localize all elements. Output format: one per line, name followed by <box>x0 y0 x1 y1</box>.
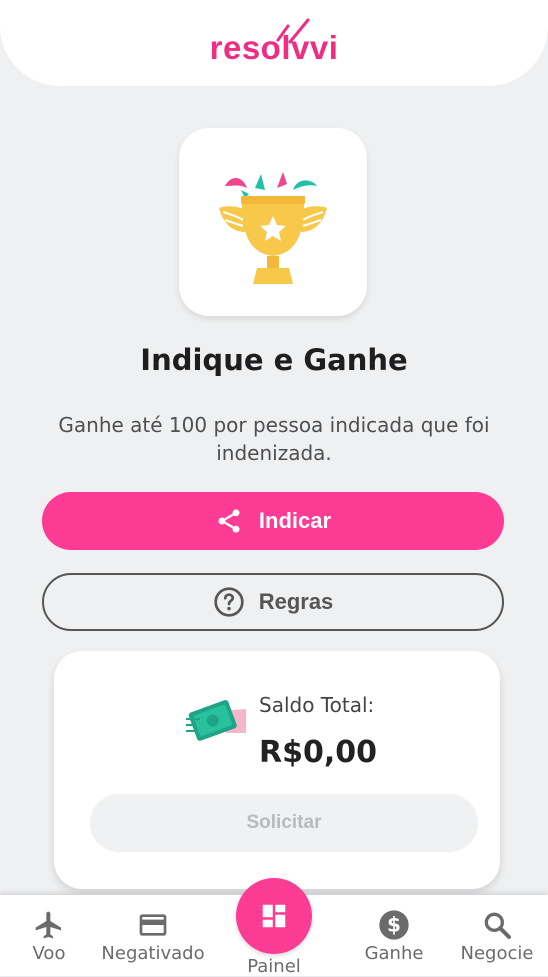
nav-label: Painel <box>247 956 301 977</box>
regras-button[interactable]: Regras <box>42 573 504 631</box>
share-icon <box>218 509 240 533</box>
page-title: Indique e Ganhe <box>140 343 408 377</box>
logo-mark-icon <box>276 18 310 44</box>
dollar-circle-icon: $ <box>379 910 409 940</box>
balance-label: Saldo Total: <box>259 693 375 717</box>
nav-item-painel[interactable]: Painel <box>230 878 318 977</box>
solicitar-button[interactable]: Solicitar <box>90 794 478 852</box>
app-header: resolvvi <box>0 0 548 86</box>
trophy-icon <box>219 172 327 284</box>
painel-button[interactable] <box>236 878 312 954</box>
page-subtitle: Ganhe até 100 por pessoa indicada que fo… <box>58 413 490 465</box>
nav-label: Ganhe <box>364 943 424 964</box>
trophy-card <box>179 128 367 316</box>
airplane-icon <box>35 911 61 939</box>
svg-text:$: $ <box>387 913 401 937</box>
credit-card-icon <box>139 914 167 936</box>
dashboard-icon <box>262 904 286 928</box>
balance-card: Saldo Total: R$0,00 Solicitar <box>54 651 500 889</box>
nav-item-ganhe[interactable]: $ Ganhe <box>358 909 430 964</box>
money-hand-icon <box>186 699 246 741</box>
nav-label: Negocie <box>460 943 534 964</box>
indicar-button[interactable]: Indicar <box>42 492 504 550</box>
search-icon <box>484 912 511 939</box>
nav-item-negativado[interactable]: Negativado <box>98 909 208 964</box>
nav-item-voo[interactable]: Voo <box>22 909 76 964</box>
indicar-label: Indicar <box>258 508 332 533</box>
nav-label: Negativado <box>101 943 205 964</box>
nav-item-negocie[interactable]: Negocie <box>454 909 540 964</box>
help-circle-icon <box>214 587 244 617</box>
balance-value: R$0,00 <box>259 735 377 770</box>
regras-label: Regras <box>258 589 334 614</box>
nav-label: Voo <box>32 943 66 964</box>
